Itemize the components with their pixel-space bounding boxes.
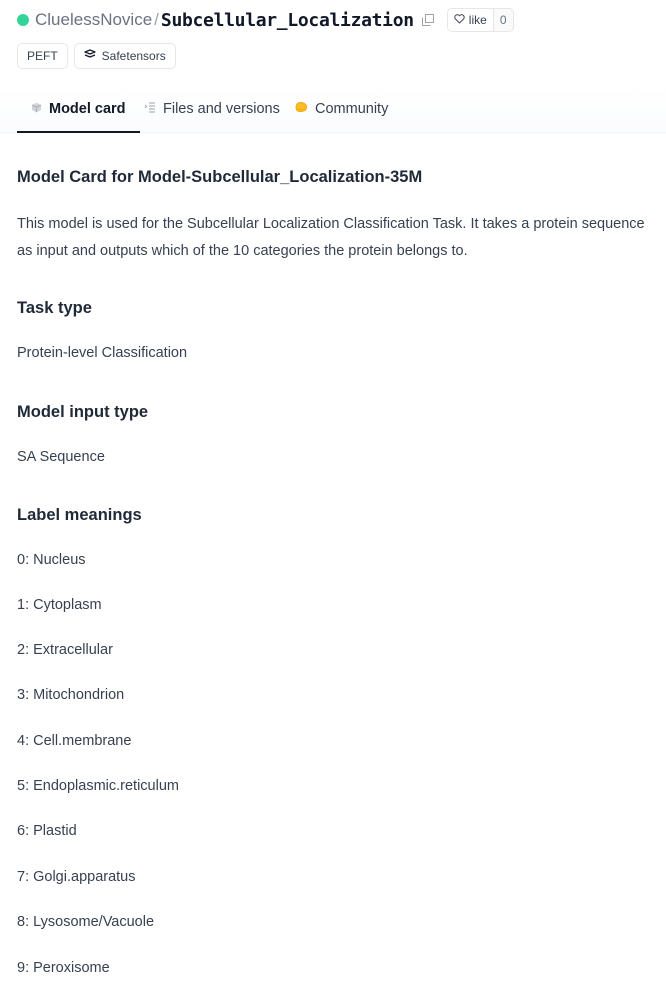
tab-files-and-versions[interactable]: Files and versions	[144, 86, 280, 132]
label-item: 0: Nucleus	[17, 552, 86, 568]
safetensors-icon	[84, 49, 96, 63]
label-item: 5: Endoplasmic.reticulum	[17, 778, 179, 794]
cube-icon	[31, 101, 42, 117]
label-item: 8: Lysosome/Vacuole	[17, 914, 155, 930]
tag-label: PEFT	[27, 49, 58, 63]
heart-icon	[454, 13, 465, 27]
input-type-value: SA Sequence	[17, 449, 105, 465]
model-description: This model is used for the Subcellular L…	[17, 216, 645, 259]
tab-label: Community	[315, 101, 389, 117]
path-separator: /	[154, 10, 159, 29]
owner-link[interactable]: CluelessNovice	[35, 10, 152, 30]
tab-model-card[interactable]: Model card	[17, 86, 140, 133]
label-item: 3: Mitochondrion	[17, 687, 125, 703]
model-card-title: Model Card for Model-Subcellular_Localiz…	[17, 168, 423, 186]
files-icon	[144, 101, 156, 117]
task-type-value: Protein-level Classification	[17, 345, 188, 361]
like-widget: like 0	[446, 8, 514, 32]
like-count[interactable]: 0	[492, 9, 513, 31]
task-type-heading: Task type	[17, 299, 92, 317]
tag-list: PEFT Safetensors	[17, 43, 176, 69]
label-meanings-heading: Label meanings	[17, 506, 142, 524]
like-button[interactable]: like	[447, 9, 493, 31]
label-item: 1: Cytoplasm	[17, 597, 102, 613]
copy-icon[interactable]	[421, 13, 435, 27]
tag-safetensors[interactable]: Safetensors	[73, 43, 176, 69]
like-label: like	[468, 13, 487, 27]
tab-label: Files and versions	[163, 101, 280, 117]
tab-label: Model card	[49, 101, 126, 117]
repo-tabs: Model card Files and versions Community	[0, 86, 666, 133]
repo-name-link[interactable]: Subcellular_Localization	[161, 10, 414, 31]
label-item: 4: Cell.membrane	[17, 733, 132, 749]
tag-label: Safetensors	[101, 49, 166, 63]
label-item: 7: Golgi.apparatus	[17, 869, 136, 885]
label-item: 9: Peroxisome	[17, 960, 110, 976]
label-item: 2: Extracellular	[17, 642, 113, 658]
label-item: 6: Plastid	[17, 823, 77, 839]
tag-peft[interactable]: PEFT	[17, 43, 68, 69]
tab-community[interactable]: Community	[294, 86, 388, 132]
owner-avatar	[17, 14, 29, 26]
input-type-heading: Model input type	[17, 403, 149, 421]
community-icon	[294, 101, 308, 117]
repo-header: CluelessNovice / Subcellular_Localizatio…	[17, 8, 514, 32]
